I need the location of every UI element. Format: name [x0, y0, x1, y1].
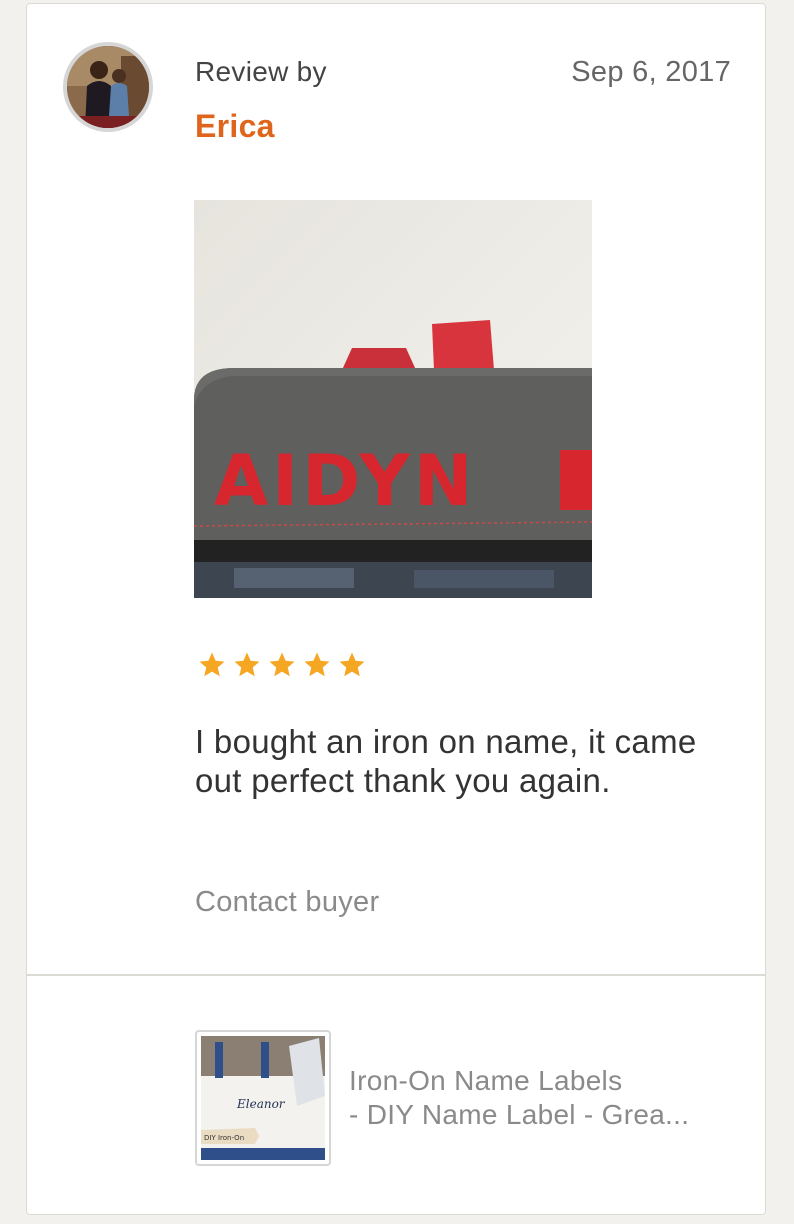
thumb-name-text: Eleanor: [236, 1097, 286, 1111]
review-date: Sep 6, 2017: [571, 56, 731, 88]
contact-buyer-link[interactable]: Contact buyer: [195, 886, 379, 919]
reviewer-name-link[interactable]: Erica: [195, 108, 275, 145]
listing-thumbnail[interactable]: Eleanor DIY Iron-On: [195, 1030, 331, 1166]
star-icon: [304, 652, 330, 677]
listing-title[interactable]: Iron-On Name Labels - DIY Name Label - G…: [349, 1064, 729, 1132]
listing-title-line2: - DIY Name Label - Grea...: [349, 1099, 690, 1130]
review-text: I bought an iron on name, it came out pe…: [195, 723, 697, 799]
star-icon: [339, 652, 365, 677]
star-icon: [234, 652, 260, 677]
review-photo[interactable]: AIDYN: [194, 200, 592, 598]
avatar-photo: [67, 46, 149, 128]
reviewer-avatar[interactable]: [63, 42, 153, 132]
thumb-tag-text: DIY Iron-On: [204, 1134, 244, 1142]
star-rating: [197, 650, 367, 680]
review-card: Review by Erica Sep 6, 2017 AIDYN I boug…: [26, 3, 766, 1215]
listing-title-line1: Iron-On Name Labels: [349, 1065, 623, 1096]
section-divider: [27, 974, 765, 976]
listing-link[interactable]: Eleanor DIY Iron-On Iron-On Name Labels …: [195, 1030, 729, 1166]
star-icon: [269, 652, 295, 677]
star-icon: [199, 652, 225, 677]
bag-name-text: AIDYN: [214, 440, 477, 522]
review-by-label: Review by: [195, 56, 327, 87]
